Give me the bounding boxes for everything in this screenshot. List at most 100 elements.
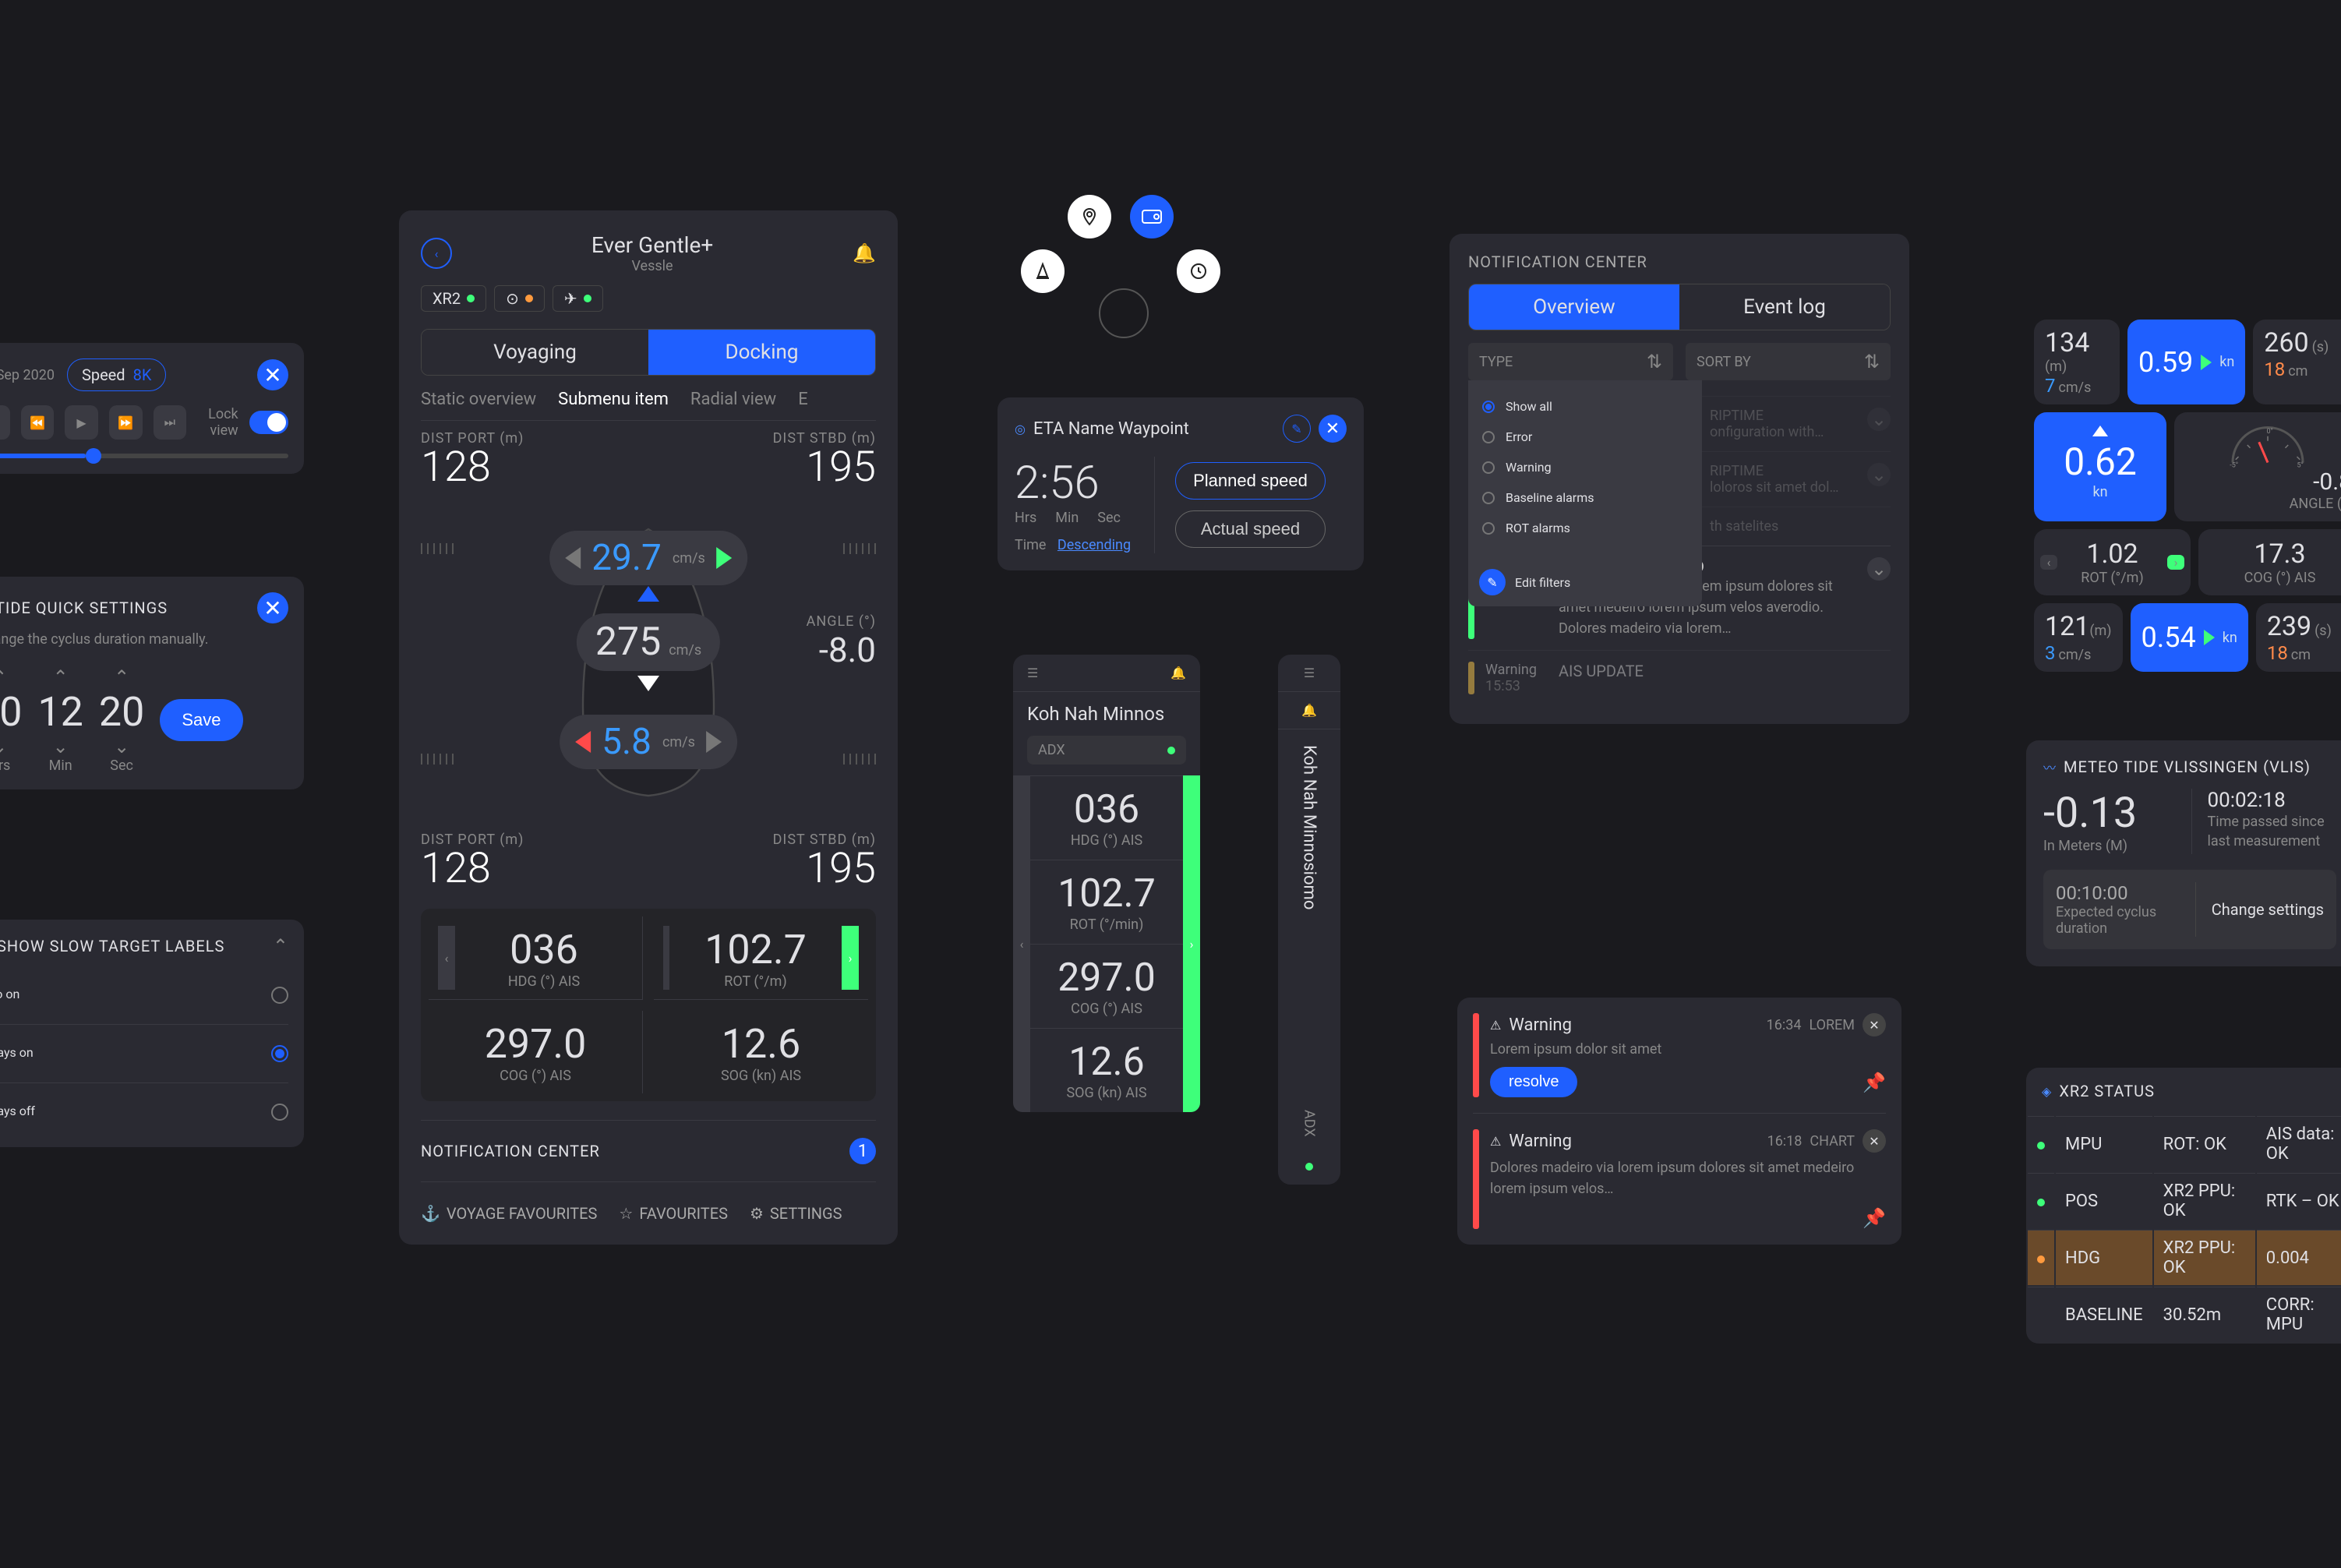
close-icon[interactable]: ✕ xyxy=(1863,1013,1886,1037)
prev-handle[interactable]: ‹ xyxy=(1013,775,1030,1112)
anchor-icon: ⚓ xyxy=(421,1204,440,1223)
meteo-title: METEO TIDE VLISSINGEN (VLIS) xyxy=(2064,758,2311,776)
collapsed-title: Koh Nah Minnosiomo xyxy=(1300,729,1319,925)
filter-baseline[interactable]: Baseline alarms xyxy=(1479,482,1691,513)
subtab-submenu[interactable]: Submenu item xyxy=(558,390,669,409)
clock-icon[interactable] xyxy=(1177,249,1220,293)
subtab-radial[interactable]: Radial view xyxy=(690,390,776,409)
next-handle[interactable]: › xyxy=(2167,555,2184,570)
prev-handle[interactable]: ‹ xyxy=(438,926,455,990)
skip-back-icon[interactable]: ⏮ xyxy=(0,405,10,440)
actual-speed-button[interactable]: Actual speed xyxy=(1175,510,1326,548)
prev-handle[interactable]: ‹ xyxy=(2040,555,2057,570)
close-icon[interactable]: ✕ xyxy=(257,359,288,390)
star-icon: ☆ xyxy=(619,1204,633,1223)
cog-value: 297.0 xyxy=(438,1020,633,1068)
radio-always-off[interactable]: Always off xyxy=(0,1093,288,1132)
mid-speed: 275 cm/s xyxy=(577,613,720,671)
resolve-button[interactable]: resolve xyxy=(1490,1067,1577,1097)
tab-eventlog[interactable]: Event log xyxy=(1679,284,1890,330)
edit-filters[interactable]: ✎ Edit filters xyxy=(1479,563,1691,595)
notif-header: NOTIFICATION CENTER xyxy=(1468,253,1891,271)
radial-center[interactable] xyxy=(1099,288,1149,338)
settings-link[interactable]: ⚙SETTINGS xyxy=(750,1204,842,1223)
chevron-down-icon: ⌄ xyxy=(1867,408,1891,431)
tab-voyaging[interactable]: Voyaging xyxy=(422,330,648,375)
speed-pill[interactable]: Speed 8K xyxy=(67,358,166,391)
min-stepper[interactable]: ⌃ 12 ⌄ Min xyxy=(37,666,83,774)
edit-icon[interactable]: ✎ xyxy=(1283,415,1311,443)
table-row: MPU ROT: OK AIS data: OK xyxy=(2028,1116,2341,1171)
lock-view-toggle[interactable] xyxy=(249,411,288,434)
rewind-icon[interactable]: ⏪ xyxy=(21,405,55,440)
tab-docking[interactable]: Docking xyxy=(648,330,875,375)
down-arrow-icon xyxy=(637,676,659,691)
hrs-stepper[interactable]: ⌃ 00 ⌄ Hrs xyxy=(0,666,22,774)
planned-speed-button[interactable]: Planned speed xyxy=(1175,462,1326,500)
tab-overview[interactable]: Overview xyxy=(1469,284,1679,330)
pencil-icon: ✎ xyxy=(1479,569,1506,595)
dist-port: 128 xyxy=(421,447,524,489)
list-icon[interactable]: ☰ xyxy=(1027,666,1038,680)
close-icon[interactable]: ✕ xyxy=(257,592,288,623)
speed-widget: 0.59 kn xyxy=(2127,320,2245,404)
subtab-static[interactable]: Static overview xyxy=(421,390,536,409)
sec-stepper[interactable]: ⌃ 20 ⌄ Sec xyxy=(99,666,144,774)
favourites[interactable]: ☆FAVOURITES xyxy=(619,1204,728,1223)
bow-speed: 29.7 cm/s xyxy=(549,531,747,585)
next-handle[interactable]: › xyxy=(842,926,859,990)
speed-widget: 0.54 kn xyxy=(2131,603,2248,672)
xr2-chip[interactable]: XR2 xyxy=(421,285,486,312)
cone-icon[interactable] xyxy=(1021,249,1065,293)
filter-rot[interactable]: ROT alarms xyxy=(1479,513,1691,543)
timeline-slider[interactable] xyxy=(0,454,288,458)
filter-warning[interactable]: Warning xyxy=(1479,452,1691,482)
compass-chip[interactable]: ⊙ xyxy=(494,285,545,312)
skip-fwd-icon[interactable]: ⏭ xyxy=(154,405,187,440)
angle-value: -8.0 xyxy=(807,630,876,670)
svg-text:0°: 0° xyxy=(2267,428,2273,436)
pin-icon[interactable]: 📌 xyxy=(1863,1072,1886,1093)
tide-subtitle: Change the cyclus duration manually. xyxy=(0,631,288,648)
bell-icon[interactable]: 🔔 xyxy=(1291,692,1328,729)
filter-show-all[interactable]: Show all xyxy=(1479,391,1691,422)
eta-time: 2:56 xyxy=(1015,457,1131,510)
save-button[interactable]: Save xyxy=(160,699,242,741)
warning-icon: ⚠ xyxy=(1490,1018,1501,1033)
bell-icon[interactable]: 🔔 xyxy=(1170,666,1186,680)
radio-always-on[interactable]: Always on xyxy=(0,1034,288,1073)
notif-center-label[interactable]: NOTIFICATION CENTER xyxy=(421,1142,600,1160)
type-select[interactable]: TYPE⇅ xyxy=(1468,343,1673,380)
radio-auto[interactable]: Auto on xyxy=(0,976,288,1015)
pin-icon[interactable] xyxy=(1068,195,1111,238)
table-row: HDG XR2 PPU: OK 0.004 xyxy=(2028,1230,2341,1285)
table-row: BASELINE 30.52m CORR: MPU xyxy=(2028,1287,2341,1342)
close-icon[interactable]: ✕ xyxy=(1319,415,1347,443)
list-item[interactable]: Warning15:53 AIS UPDATE xyxy=(1468,650,1891,705)
vessel-subtitle: Vessle xyxy=(452,258,853,274)
forward-icon[interactable]: ⏩ xyxy=(109,405,143,440)
voyage-favourites[interactable]: ⚓VOYAGE FAVOURITES xyxy=(421,1204,597,1223)
nav-chip[interactable]: ✈ xyxy=(553,285,603,312)
adx-chip[interactable]: ADX xyxy=(1038,742,1065,758)
adx-label: ADX xyxy=(1291,1099,1329,1148)
sort-descending[interactable]: Descending xyxy=(1058,537,1131,553)
bell-icon[interactable]: 🔔 xyxy=(853,242,876,264)
back-button[interactable]: ‹ xyxy=(421,238,452,269)
ticket-icon[interactable] xyxy=(1130,195,1174,238)
toast: ⚠ Warning 16:18 CHART ✕ Dolores madeiro … xyxy=(1473,1129,1886,1229)
change-settings[interactable]: Change settings xyxy=(2212,900,2324,919)
list-icon[interactable]: ☰ xyxy=(1293,655,1326,691)
table-row: POS XR2 PPU: OK RTK – OK xyxy=(2028,1173,2341,1228)
speed-main: 0.62 kn xyxy=(2034,412,2166,521)
svg-text:5°: 5° xyxy=(2297,462,2304,469)
filter-error[interactable]: Error xyxy=(1479,422,1691,452)
hdg-value: 036 xyxy=(455,926,633,973)
pin-icon[interactable]: 📌 xyxy=(1863,1207,1886,1229)
sort-select[interactable]: SORT BY⇅ xyxy=(1686,343,1891,380)
next-handle[interactable]: › xyxy=(1183,775,1200,1112)
chevron-up-icon[interactable]: ⌃ xyxy=(273,935,288,957)
subtab-more[interactable]: E xyxy=(798,390,808,409)
close-icon[interactable]: ✕ xyxy=(1863,1129,1886,1153)
play-icon[interactable]: ▶ xyxy=(65,405,98,440)
